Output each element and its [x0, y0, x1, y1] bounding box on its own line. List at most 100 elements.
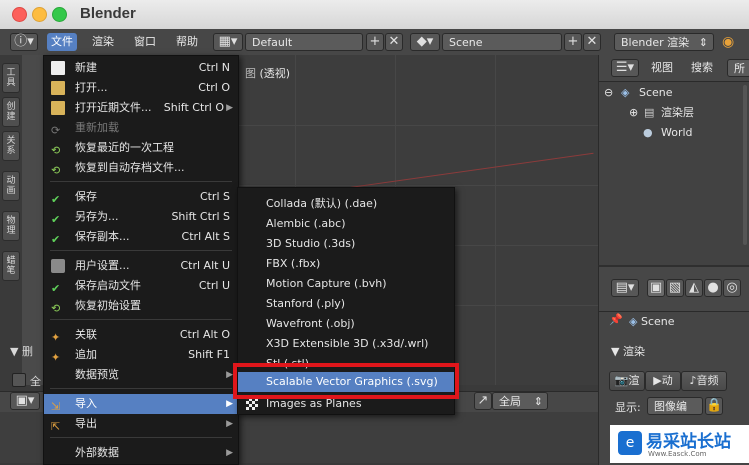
menu-item-open[interactable]: 打开... Ctrl O	[44, 78, 238, 98]
import-item-obj[interactable]: Wavefront (.obj)	[238, 314, 454, 334]
menu-item-data-previews[interactable]: 数据预览 ▶	[44, 365, 238, 385]
outliner-scene-label: Scene	[639, 86, 673, 99]
properties-editor-type-button[interactable]: ▤▾	[611, 279, 639, 297]
display-select[interactable]: 图像编	[647, 397, 703, 415]
menu-help[interactable]: 帮助	[176, 33, 198, 51]
pin-icon[interactable]: 📌	[609, 313, 623, 326]
tab-grease-pencil[interactable]: 蜡笔	[2, 251, 20, 281]
tab-tools[interactable]: 工具	[2, 63, 20, 93]
menu-item-label: 外部数据	[75, 446, 119, 459]
outliner-editor-type-button[interactable]: ☰▾	[611, 59, 639, 77]
render-audio-button[interactable]: ♪音频	[681, 371, 727, 391]
outliner-display-select[interactable]: 所	[727, 59, 749, 77]
render-layers-tab-icon[interactable]: ▧	[666, 279, 684, 297]
scene-field[interactable]: Scene	[442, 33, 562, 51]
zoom-window-button[interactable]	[52, 7, 67, 22]
menu-window[interactable]: 窗口	[134, 33, 156, 51]
collapse-icon: ⊖	[604, 86, 614, 99]
menu-item-label: 数据预览	[75, 368, 119, 381]
render-tab-icon[interactable]: ▣	[647, 279, 665, 297]
delete-scene-button[interactable]: ✕	[583, 33, 601, 51]
menu-item-user-prefs[interactable]: 用户设置... Ctrl Alt U	[44, 256, 238, 276]
image-plane-icon	[246, 398, 258, 410]
menu-item-open-recent[interactable]: 打开近期文件... Shift Ctrl O ▶	[44, 98, 238, 118]
screen-layout-field[interactable]: Default	[245, 33, 363, 51]
menu-item-export[interactable]: ⇱ 导出 ▶	[44, 414, 238, 434]
import-item-x3d[interactable]: X3D Extensible 3D (.x3d/.wrl)	[238, 334, 454, 354]
reload-icon: ⟳	[51, 124, 61, 137]
import-item-3ds[interactable]: 3D Studio (.3ds)	[238, 234, 454, 254]
watermark-logo: e 易采站长站 Www.Easck.Com	[610, 425, 749, 463]
submenu-arrow-icon: ▶	[226, 370, 233, 380]
render-image-button[interactable]: 📷渲	[609, 371, 645, 391]
screen-layout-button[interactable]: ▦▾	[213, 33, 243, 51]
render-animation-button[interactable]: ▶动	[645, 371, 681, 391]
pivot-global-field[interactable]: 全局 ⇕	[492, 392, 548, 410]
tab-relations[interactable]: 关系	[2, 131, 20, 161]
plus-icon: +	[369, 34, 381, 49]
delete-panel-header[interactable]: ▼ 删	[10, 343, 33, 359]
render-engine-select[interactable]: Blender 渲染 ⇕	[614, 33, 714, 51]
menu-item-save-as[interactable]: ✔ 另存为... Shift Ctrl S	[44, 207, 238, 227]
watermark-text: 易采站长站	[646, 432, 731, 452]
append-icon: ✦	[51, 351, 61, 364]
import-item-ply[interactable]: Stanford (.ply)	[238, 294, 454, 314]
outliner-menu-view[interactable]: 视图	[651, 59, 673, 77]
delete-layout-button[interactable]: ✕	[385, 33, 403, 51]
menu-item-append[interactable]: ✦ 追加 Shift F1	[44, 345, 238, 365]
object-tab-icon[interactable]: ◎	[723, 279, 741, 297]
scene-icon: ◈	[621, 86, 630, 99]
menu-item-import[interactable]: ⇲ 导入 ▶	[44, 394, 238, 414]
speaker-icon: ♪	[689, 374, 697, 387]
scene-tab-icon[interactable]: ◭	[685, 279, 703, 297]
menu-item-link[interactable]: ✦ 关联 Ctrl Alt O	[44, 325, 238, 345]
outliner-row-renderlayer[interactable]: ⊕ ▤ 渲染层	[599, 103, 749, 123]
menu-item-shortcut: Ctrl N	[198, 61, 230, 74]
render-section-header[interactable]: ▼ 渲染	[611, 343, 645, 359]
menu-item-recover-auto[interactable]: ⟲ 恢复到自动存档文件...	[44, 158, 238, 178]
import-item-label: Alembic (.abc)	[266, 217, 346, 230]
menu-item-save-copy[interactable]: ✔ 保存副本... Ctrl Alt S	[44, 227, 238, 247]
import-item-fbx[interactable]: FBX (.fbx)	[238, 254, 454, 274]
scene-selector-button[interactable]: ◆▾	[410, 33, 440, 51]
menu-item-save-startup[interactable]: ✔ 保存启动文件 Ctrl U	[44, 276, 238, 296]
menu-item-label: 另存为...	[75, 210, 119, 223]
global-checkbox[interactable]	[12, 373, 26, 387]
outliner-menu-search[interactable]: 搜索	[691, 59, 713, 77]
watermark-icon: e	[618, 431, 642, 455]
scene-icon: ◆▾	[416, 34, 434, 49]
menu-item-external-data[interactable]: 外部数据 ▶	[44, 443, 238, 463]
tab-animation[interactable]: 动画	[2, 171, 20, 201]
snap-button[interactable]: ↗	[474, 392, 492, 410]
close-window-button[interactable]	[12, 7, 27, 22]
menu-item-save[interactable]: ✔ 保存 Ctrl S	[44, 187, 238, 207]
outliner-row-scene[interactable]: ⊖ ◈ Scene	[599, 83, 749, 103]
tab-physics[interactable]: 物理	[2, 211, 20, 241]
properties-header: ▤▾ ▣ ▧ ◭ ● ◎	[599, 267, 749, 312]
import-item-alembic[interactable]: Alembic (.abc)	[238, 214, 454, 234]
add-layout-button[interactable]: +	[366, 33, 384, 51]
render-engine-value: Blender 渲染	[621, 36, 690, 49]
outliner-row-world[interactable]: ● World	[599, 123, 749, 143]
menu-item-label: 恢复到自动存档文件...	[75, 161, 185, 174]
world-tab-icon[interactable]: ●	[704, 279, 722, 297]
lock-button[interactable]: 🔒	[705, 397, 723, 415]
add-scene-button[interactable]: +	[564, 33, 582, 51]
editor-type-button[interactable]: ▣▾	[10, 392, 40, 410]
menu-render[interactable]: 渲染	[92, 33, 114, 51]
menu-item-shortcut: Ctrl Alt S	[181, 230, 230, 243]
render-section-label: 渲染	[622, 345, 645, 358]
outliner-scrollbar[interactable]	[743, 85, 747, 245]
tab-create[interactable]: 创建	[2, 97, 20, 127]
render-audio-label: 音频	[696, 374, 719, 387]
menu-item-factory-settings[interactable]: ⟲ 恢复初始设置	[44, 296, 238, 316]
menu-item-recover-last[interactable]: ⟲ 恢复最近的一次工程	[44, 138, 238, 158]
import-item-bvh[interactable]: Motion Capture (.bvh)	[238, 274, 454, 294]
menu-item-new[interactable]: 新建 Ctrl N	[44, 58, 238, 78]
import-item-collada[interactable]: Collada (默认) (.dae)	[238, 194, 454, 214]
watermark-sub: Www.Easck.Com	[648, 450, 707, 458]
menu-file[interactable]: 文件	[47, 33, 77, 51]
minimize-window-button[interactable]	[32, 7, 47, 22]
factory-settings-icon: ⟲	[51, 302, 61, 315]
info-editor-type-button[interactable]: ⓘ▾	[10, 33, 38, 51]
